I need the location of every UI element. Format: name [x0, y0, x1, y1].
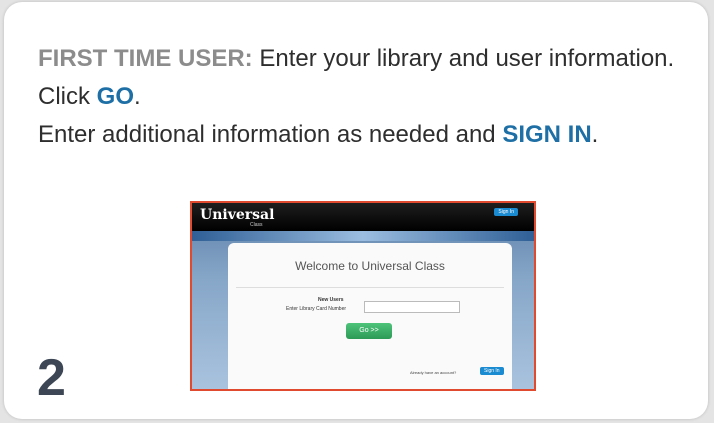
instruction-line-1-text: Enter your library and user information.: [252, 45, 675, 72]
panel-divider: [236, 287, 504, 288]
instruction-line-2: Click GO.: [38, 78, 678, 116]
go-button[interactable]: Go >>: [346, 323, 392, 339]
new-users-label: New Users: [318, 297, 344, 303]
instruction-line-3-prefix: Enter additional information as needed a…: [38, 121, 503, 148]
instruction-line-3-suffix: .: [591, 121, 599, 148]
header-stripe: [192, 231, 534, 241]
sign-in-keyword: SIGN IN: [502, 121, 592, 148]
welcome-heading: Welcome to Universal Class: [295, 259, 445, 273]
first-time-user-label: FIRST TIME USER:: [38, 45, 253, 72]
go-keyword: GO: [96, 83, 135, 110]
universal-class-logo: Universal: [200, 207, 275, 223]
instructions-text: FIRST TIME USER: Enter your library and …: [38, 40, 678, 154]
screenshot-top-bar: Universal Class Sign In: [192, 203, 534, 231]
already-have-account-text: Already have an account?: [410, 370, 457, 375]
instruction-line-3: Enter additional information as needed a…: [38, 116, 678, 154]
logo-subtitle: Class: [250, 222, 263, 228]
welcome-panel: Welcome to Universal Class New Users Ent…: [228, 243, 512, 389]
library-card-label: Enter Library Card Number: [286, 306, 347, 312]
instruction-line-2-prefix: Click: [38, 83, 97, 110]
instruction-line-2-suffix: .: [134, 83, 141, 110]
instruction-line-1: FIRST TIME USER: Enter your library and …: [38, 40, 678, 78]
sign-in-button[interactable]: Sign In: [480, 367, 504, 375]
embedded-screenshot: Universal Class Sign In Welcome to Unive…: [190, 201, 536, 391]
header-sign-in-button[interactable]: Sign In: [494, 208, 518, 216]
library-card-input[interactable]: [364, 301, 460, 313]
step-number: 2: [37, 349, 66, 407]
